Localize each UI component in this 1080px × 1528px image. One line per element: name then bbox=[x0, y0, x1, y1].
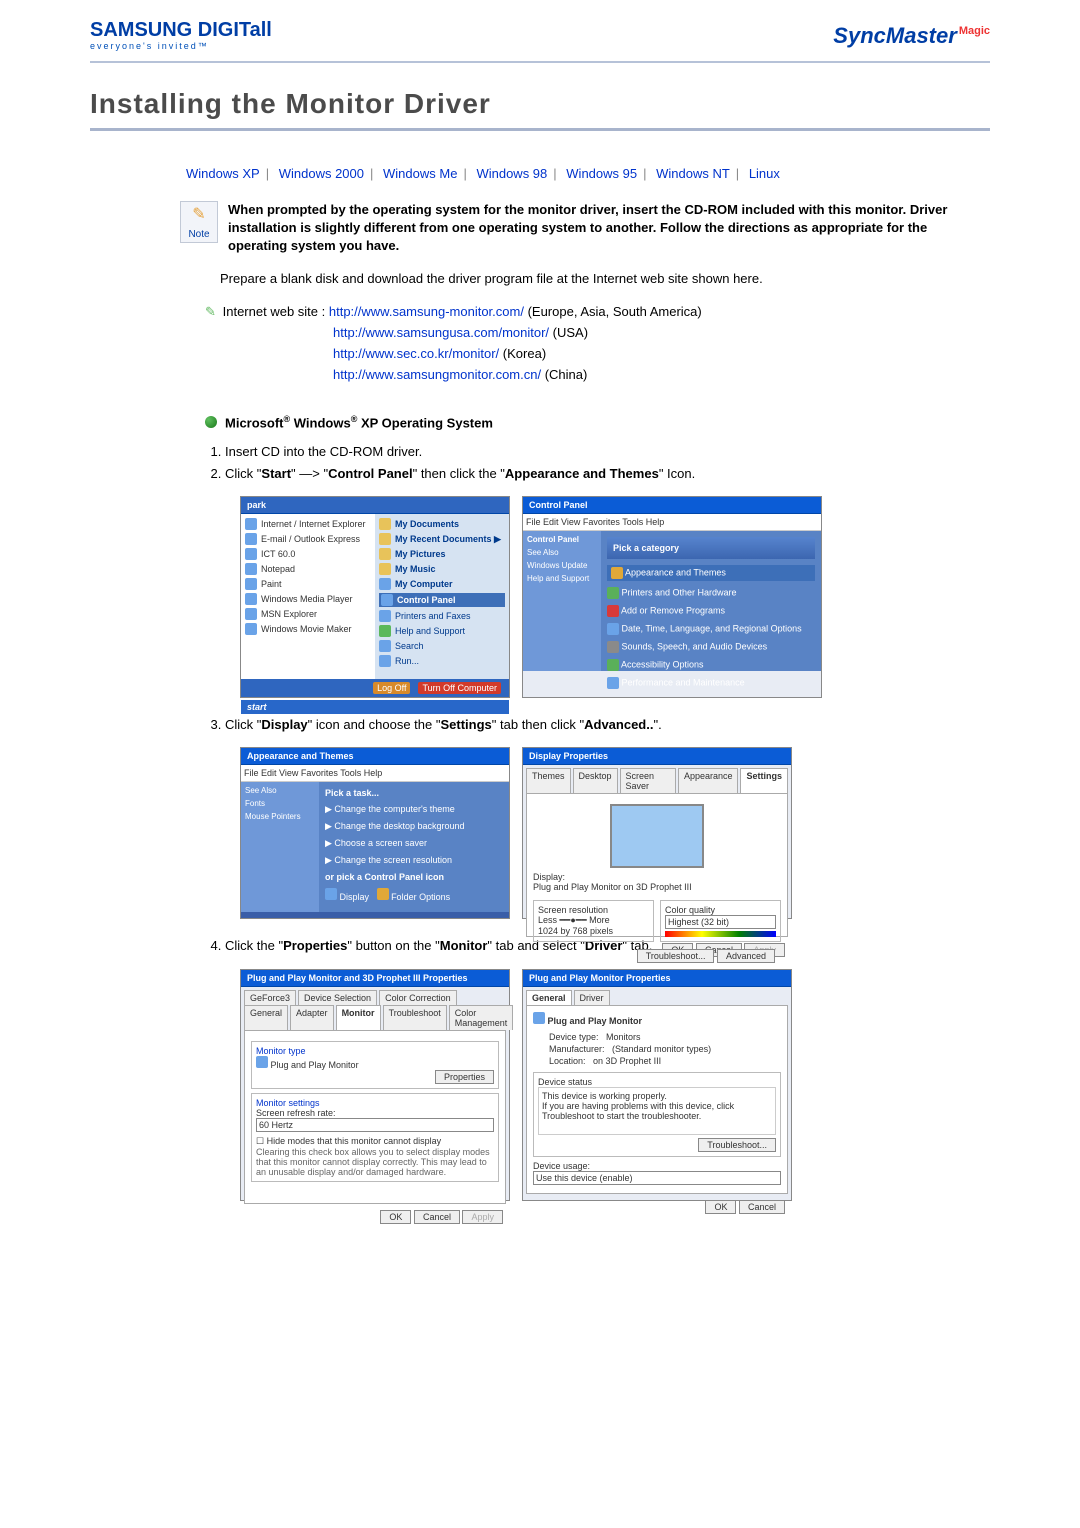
region-2: (Korea) bbox=[503, 346, 546, 361]
screenshot-start-menu: park Internet / Internet Explorer E-mail… bbox=[240, 496, 510, 698]
link-site-2[interactable]: http://www.sec.co.kr/monitor/ bbox=[333, 346, 499, 361]
syncmaster-text: SyncMaster bbox=[833, 23, 957, 48]
link-windows-me[interactable]: Windows Me bbox=[383, 166, 457, 181]
link-linux[interactable]: Linux bbox=[749, 166, 780, 181]
website-list: ✎ Internet web site : http://www.samsung… bbox=[205, 302, 990, 385]
link-windows-98[interactable]: Windows 98 bbox=[476, 166, 547, 181]
link-windows-xp[interactable]: Windows XP bbox=[186, 166, 260, 181]
screenshot-control-panel: Control Panel File Edit View Favorites T… bbox=[522, 496, 822, 698]
brand-bottom: everyone's invited™ bbox=[90, 42, 272, 51]
link-windows-2000[interactable]: Windows 2000 bbox=[279, 166, 364, 181]
screenshot-row-3: Plug and Play Monitor and 3D Prophet III… bbox=[240, 969, 990, 1201]
step-list: Insert CD into the CD-ROM driver. Click … bbox=[205, 443, 990, 483]
xp-heading: Microsoft® Windows® XP Operating System bbox=[205, 414, 990, 430]
screenshot-display-properties: Display Properties Themes Desktop Screen… bbox=[522, 747, 792, 919]
screenshot-appearance-themes: Appearance and Themes File Edit View Fav… bbox=[240, 747, 510, 919]
brand-top: SAMSUNG DIGITall bbox=[90, 20, 272, 40]
region-0: (Europe, Asia, South America) bbox=[528, 304, 702, 319]
prepare-text: Prepare a blank disk and download the dr… bbox=[220, 270, 950, 289]
region-3: (China) bbox=[545, 367, 588, 382]
step-2: Click "Start" —> "Control Panel" then cl… bbox=[225, 465, 990, 483]
screenshot-adapter-properties: Plug and Play Monitor and 3D Prophet III… bbox=[240, 969, 510, 1201]
syncmaster-sup: Magic bbox=[959, 25, 990, 37]
arrow-icon: ✎ bbox=[205, 302, 219, 323]
internet-label: Internet web site : bbox=[223, 304, 326, 319]
note-icon: Note bbox=[180, 201, 218, 243]
syncmaster-logo: SyncMasterMagic bbox=[833, 23, 990, 49]
link-site-0[interactable]: http://www.samsung-monitor.com/ bbox=[329, 304, 524, 319]
link-site-3[interactable]: http://www.samsungmonitor.com.cn/ bbox=[333, 367, 541, 382]
note-box: Note When prompted by the operating syst… bbox=[180, 201, 990, 256]
os-link-row: Windows XP| Windows 2000| Windows Me| Wi… bbox=[180, 166, 990, 181]
page-header: SAMSUNG DIGITall everyone's invited™ Syn… bbox=[90, 20, 990, 63]
note-text: When prompted by the operating system fo… bbox=[228, 201, 990, 256]
link-site-1[interactable]: http://www.samsungusa.com/monitor/ bbox=[333, 325, 549, 340]
screenshot-pnp-monitor-properties: Plug and Play Monitor Properties General… bbox=[522, 969, 792, 1201]
step-1: Insert CD into the CD-ROM driver. bbox=[225, 443, 990, 461]
link-windows-95[interactable]: Windows 95 bbox=[566, 166, 637, 181]
step-list-2: Click "Display" icon and choose the "Set… bbox=[205, 716, 990, 734]
page-title: Installing the Monitor Driver bbox=[90, 88, 990, 131]
region-1: (USA) bbox=[553, 325, 588, 340]
screenshot-row-2: Appearance and Themes File Edit View Fav… bbox=[240, 747, 990, 919]
link-windows-nt[interactable]: Windows NT bbox=[656, 166, 730, 181]
samsung-logo: SAMSUNG DIGITall everyone's invited™ bbox=[90, 20, 272, 51]
screenshot-row-1: park Internet / Internet Explorer E-mail… bbox=[240, 496, 990, 698]
globe-icon bbox=[205, 416, 217, 428]
step-3: Click "Display" icon and choose the "Set… bbox=[225, 716, 990, 734]
